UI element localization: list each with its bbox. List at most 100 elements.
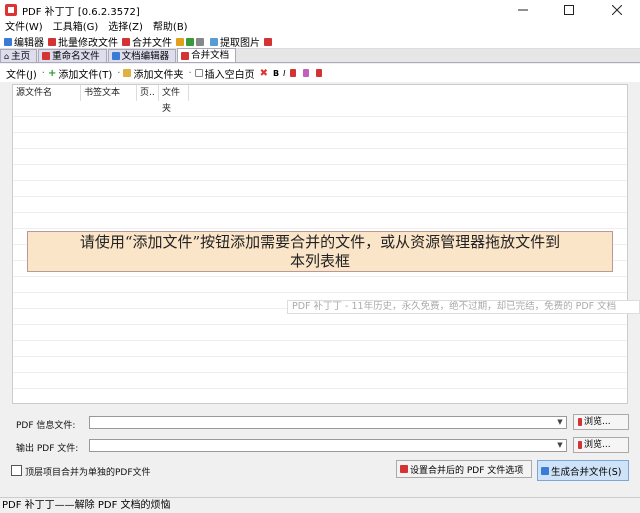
tab-merge[interactable]: 合并文档 [177, 48, 237, 62]
pen-icon [302, 69, 309, 77]
rename-icon [42, 52, 51, 60]
bookmark-button[interactable] [315, 69, 324, 77]
generate-merge-button[interactable]: 生成合并文件(S) [537, 460, 629, 481]
italic-button[interactable]: I [283, 69, 285, 78]
close-button[interactable] [594, 0, 640, 20]
info-file-input[interactable]: ▼ [89, 416, 567, 429]
extract-images-button[interactable]: 提取图片 [210, 34, 260, 49]
drop-hint-line2: 本列表框 [289, 252, 350, 270]
batch-edit-icon [48, 37, 56, 46]
output-file-input[interactable]: ▼ [89, 439, 567, 452]
drop-hint: 请使用“添加文件”按钮添加需要合并的文件，或从资源管理器拖放文件到 本列表框 [27, 231, 613, 272]
blank-page-icon [194, 69, 203, 77]
main-toolbar: 编辑器 批量修改文件 合并文件 提取图片 [0, 35, 640, 49]
browse-icon [578, 441, 582, 449]
menu-toolbox[interactable]: 工具箱(G) [48, 20, 104, 35]
home-icon: ⌂ [4, 51, 10, 61]
color-button[interactable] [289, 69, 298, 77]
tab-merge-label: 合并文档 [191, 50, 230, 61]
dropdown-dot: · [117, 67, 121, 79]
extra-tool-icon [264, 37, 272, 46]
merge-toolbar: 文件(J) · + 添加文件(T) · 添加文件夹 · 插入空白页 ✖ B I [0, 64, 640, 82]
info-file-label: PDF 信息文件: [16, 421, 76, 431]
options-icon [400, 465, 408, 473]
merge-options-button[interactable]: 设置合并后的 PDF 文件选项 [396, 460, 532, 478]
tools-icons[interactable] [176, 37, 206, 46]
edit-button[interactable] [302, 69, 311, 77]
status-bar: PDF 补丁丁——解除 PDF 文档的烦恼 [0, 497, 640, 513]
folder-icon [123, 69, 132, 77]
browse-label: 浏览... [584, 417, 611, 427]
maximize-button[interactable] [546, 0, 592, 20]
delete-icon: ✖ [259, 67, 269, 79]
merge-top-level-checkbox[interactable] [11, 465, 22, 476]
output-file-label: 输出 PDF 文件: [16, 444, 79, 454]
browse-label: 浏览... [584, 440, 611, 450]
info-browse-button[interactable]: 浏览... [573, 414, 629, 430]
chevron-down-icon[interactable]: ▼ [555, 440, 565, 451]
generate-merge-label: 生成合并文件(S) [551, 466, 622, 478]
extract-images-icon [210, 37, 218, 46]
tab-rename[interactable]: 重命名文件 [38, 49, 107, 62]
col-source-filename[interactable]: 源文件名 [13, 85, 81, 101]
add-file-button[interactable]: + 添加文件(T) [48, 66, 112, 81]
plus-icon: + [47, 67, 57, 79]
doc-editor-icon [111, 52, 120, 60]
merge-button[interactable]: 合并文件 [122, 34, 172, 49]
tab-home-label: 主页 [11, 50, 31, 62]
output-browse-button[interactable]: 浏览... [573, 437, 629, 453]
minimize-button[interactable] [500, 0, 546, 20]
tool-icon-1 [176, 37, 184, 46]
dropdown-dot: · [41, 67, 45, 79]
editor-button[interactable]: 编辑器 [4, 34, 44, 49]
editor-label: 编辑器 [14, 38, 44, 49]
col-bookmark-text[interactable]: 书签文本 [81, 85, 137, 101]
editor-icon [4, 37, 12, 46]
menu-select[interactable]: 选择(Z) [103, 20, 148, 35]
tab-home[interactable]: ⌂ 主页 [0, 49, 38, 62]
watermark-banner: PDF 补丁丁 - 11年历史，永久免费，绝不过期，却已完结，免费的 PDF 文… [287, 300, 640, 314]
col-folder[interactable]: 文件夹 [159, 85, 189, 114]
delete-button[interactable]: ✖ [260, 68, 268, 79]
tab-rename-label: 重命名文件 [52, 50, 100, 62]
menu-bar: 文件(W) 工具箱(G) 选择(Z) 帮助(B) [0, 20, 640, 35]
add-folder-label: 添加文件夹 [133, 69, 184, 81]
tab-editor[interactable]: 文档编辑器 [107, 49, 177, 62]
merge-label: 合并文件 [132, 38, 172, 49]
merge-top-level-label: 顶层项目合并为单独的PDF文件 [25, 468, 151, 478]
tool-icon-2 [186, 37, 194, 46]
close-icon [612, 5, 622, 15]
merge-icon [122, 37, 130, 46]
generate-icon [541, 466, 549, 475]
bookmark-icon [315, 69, 322, 77]
add-file-label: 添加文件(T) [58, 69, 113, 81]
tab-editor-label: 文档编辑器 [121, 50, 170, 62]
batch-edit-label: 批量修改文件 [58, 38, 118, 49]
chevron-down-icon[interactable]: ▼ [555, 417, 565, 428]
file-menu-label: 文件(J) [6, 69, 37, 81]
bold-button[interactable]: B [273, 69, 279, 78]
tool-icon-3 [196, 37, 204, 46]
batch-edit-button[interactable]: 批量修改文件 [48, 34, 118, 49]
window-title: PDF 补丁丁 [0.6.2.3572] [22, 6, 140, 18]
file-menu-button[interactable]: 文件(J) [6, 66, 37, 81]
merge-doc-icon [181, 51, 190, 60]
menu-file[interactable]: 文件(W) [0, 20, 48, 35]
tab-bar: ⌂ 主页 重命名文件 文档编辑器 合并文档 [0, 48, 640, 63]
merge-options-label: 设置合并后的 PDF 文件选项 [410, 465, 524, 476]
extra-tool-button[interactable] [264, 37, 274, 46]
drop-hint-line1: 请使用“添加文件”按钮添加需要合并的文件，或从资源管理器拖放文件到 [79, 233, 561, 251]
dropdown-dot: · [188, 67, 192, 79]
text-color-icon [289, 69, 296, 77]
insert-blank-label: 插入空白页 [204, 69, 255, 81]
browse-icon [578, 418, 582, 426]
app-pdf-icon [5, 4, 17, 16]
maximize-icon [564, 5, 574, 15]
title-bar: PDF 补丁丁 [0.6.2.3572] [0, 0, 640, 20]
insert-blank-button[interactable]: 插入空白页 [194, 66, 255, 81]
minimize-icon [518, 9, 528, 11]
col-pages[interactable]: 页.. [137, 85, 159, 101]
extract-images-label: 提取图片 [220, 38, 260, 49]
add-folder-button[interactable]: 添加文件夹 [123, 66, 183, 81]
menu-help[interactable]: 帮助(B) [148, 20, 193, 35]
